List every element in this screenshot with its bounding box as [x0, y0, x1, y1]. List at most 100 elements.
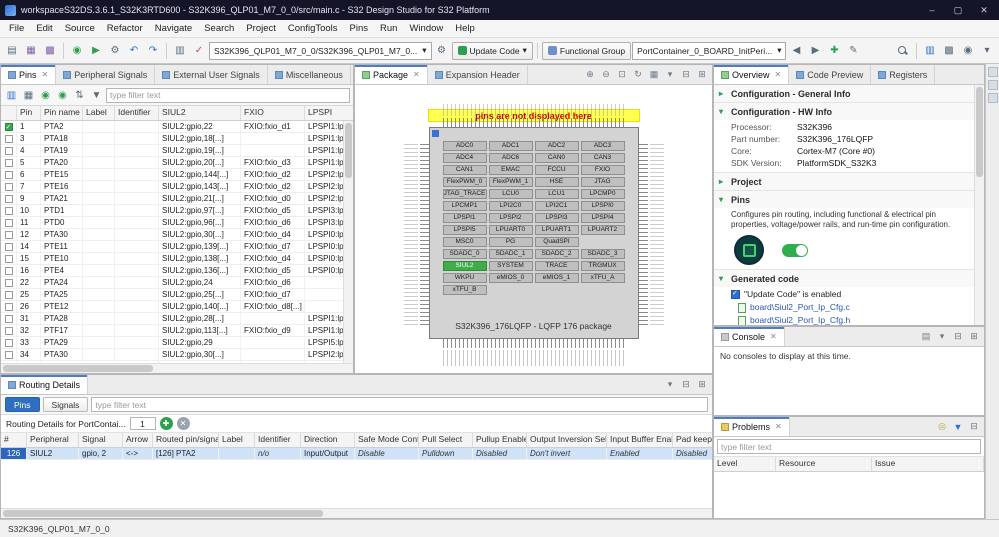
- minimize-button[interactable]: –: [919, 0, 945, 20]
- peripheral-block-HSE[interactable]: HSE: [535, 177, 579, 187]
- pin-checkbox[interactable]: [5, 279, 13, 287]
- pin-row-PTA28[interactable]: 31PTA28SIUL2:gpio,28[...]LPSPI1:lpspi1_s…: [1, 313, 343, 325]
- pin-checkbox[interactable]: [5, 135, 13, 143]
- peripheral-block-LPI2C1[interactable]: LPI2C1: [535, 201, 579, 211]
- scroll-thumb[interactable]: [976, 87, 983, 177]
- tab-console[interactable]: Console ✕: [714, 327, 785, 346]
- pin-row-PTA30[interactable]: 12PTA30SIUL2:gpio,30[...]FXIO:fxio_d4LPS…: [1, 229, 343, 241]
- pin-row-PTE12[interactable]: 26PTE12SIUL2:gpio,140[...]FXIO:fxio_d8[.…: [1, 301, 343, 313]
- pin-checkbox[interactable]: [5, 339, 13, 347]
- pin-checkbox[interactable]: [5, 351, 13, 359]
- pin-checkbox[interactable]: [5, 183, 13, 191]
- menu-item-pins[interactable]: Pins: [344, 21, 374, 36]
- peripheral-block-TRGMUX[interactable]: TRGMUX: [581, 261, 625, 271]
- peripheral-block-QuadSPI[interactable]: QuadSPI: [535, 237, 579, 247]
- pin-row-PTA19[interactable]: 4PTA19SIUL2:gpio,19[...]LPSPI1:lpspi1_sc…: [1, 145, 343, 157]
- pin-row-PTA25[interactable]: 25PTA25SIUL2:gpio,25[...]FXIO:fxio_d7ADC…: [1, 289, 343, 301]
- routing-filter-input[interactable]: [91, 397, 708, 412]
- pin-row-PTA29[interactable]: 33PTA29SIUL2:gpio,29LPSPI5:lpspi5_pc...: [1, 337, 343, 349]
- redo-icon[interactable]: ↷: [144, 42, 162, 60]
- maximize-panel-icon[interactable]: ⊞: [695, 68, 709, 82]
- export-image-icon[interactable]: ▦: [647, 68, 661, 82]
- menu-item-search[interactable]: Search: [198, 21, 240, 36]
- routing-col-label[interactable]: Label: [219, 433, 255, 447]
- peripheral-block-LPI2C0[interactable]: LPI2C0: [489, 201, 533, 211]
- perspective-cpp-icon[interactable]: ▩: [940, 42, 958, 60]
- close-icon[interactable]: ✕: [42, 70, 49, 79]
- restore-view-icon[interactable]: [988, 67, 998, 77]
- routing-col--[interactable]: #: [1, 433, 27, 447]
- peripheral-block-ADC1[interactable]: ADC1: [489, 141, 533, 151]
- show-routed-icon[interactable]: ◉: [38, 88, 53, 103]
- problems-filter-input[interactable]: [717, 439, 981, 454]
- restore-view-icon[interactable]: [988, 80, 998, 90]
- peripheral-block-LPCMP0[interactable]: LPCMP0: [581, 189, 625, 199]
- menu-item-run[interactable]: Run: [374, 21, 403, 36]
- columns-icon[interactable]: ▦: [21, 88, 36, 103]
- pin-checkbox[interactable]: [5, 315, 13, 323]
- pins-col-label[interactable]: Label: [83, 106, 115, 120]
- menu-item-refactor[interactable]: Refactor: [101, 21, 149, 36]
- pin-checkbox[interactable]: [5, 255, 13, 263]
- section-header-hw-info[interactable]: ▾ Configuration - HW Info: [714, 103, 974, 120]
- tab-expansion-header[interactable]: Expansion Header: [428, 65, 528, 84]
- pins-col-fxio[interactable]: FXIO: [241, 106, 305, 120]
- peripheral-block-FlexPWM_1[interactable]: FlexPWM_1: [489, 177, 533, 187]
- pin-row-PTE11[interactable]: 14PTE11SIUL2:gpio,139[...]FXIO:fxio_d7LP…: [1, 241, 343, 253]
- routing-col-direction[interactable]: Direction: [301, 433, 355, 447]
- pin-checkbox[interactable]: [5, 147, 13, 155]
- peripheral-block-SDADC_0[interactable]: SDADC_0: [443, 249, 487, 259]
- peripheral-block-LPSPI1[interactable]: LPSPI1: [443, 213, 487, 223]
- peripheral-block-ADC0[interactable]: ADC0: [443, 141, 487, 151]
- maximize-panel-icon[interactable]: ⊞: [967, 330, 981, 344]
- menu-item-file[interactable]: File: [3, 21, 30, 36]
- pin-row-PTA2[interactable]: 1PTA2SIUL2:gpio,22FXIO:fxio_d1LPSPI1:lps…: [1, 121, 343, 133]
- generated-file-link[interactable]: board\Siul2_Port_Ip_Cfg.h: [714, 314, 974, 325]
- prev-group-icon[interactable]: ◀: [787, 42, 805, 60]
- pins-tool-toggle[interactable]: [782, 244, 808, 257]
- perspective-debug-icon[interactable]: ◉: [959, 42, 977, 60]
- overview-vertical-scrollbar[interactable]: [974, 85, 984, 325]
- minimize-panel-icon[interactable]: ⊟: [679, 378, 693, 392]
- minimize-panel-icon[interactable]: ⊟: [679, 68, 693, 82]
- menu-item-window[interactable]: Window: [403, 21, 449, 36]
- peripheral-block-CAN0[interactable]: CAN0: [535, 153, 579, 163]
- close-icon[interactable]: ✕: [775, 70, 782, 79]
- peripheral-block-LPCMP1[interactable]: LPCMP1: [443, 201, 487, 211]
- menu-item-configtools[interactable]: ConfigTools: [282, 21, 344, 36]
- pin-checkbox[interactable]: [5, 195, 13, 203]
- peripheral-block-ADC2[interactable]: ADC2: [535, 141, 579, 151]
- show-unrouted-icon[interactable]: ◉: [55, 88, 70, 103]
- routing-col-arrow[interactable]: Arrow: [123, 433, 153, 447]
- problems-col-resource[interactable]: Resource: [776, 457, 872, 471]
- peripheral-block-FlexPWM_0[interactable]: FlexPWM_0: [443, 177, 487, 187]
- next-group-icon[interactable]: ▶: [806, 42, 824, 60]
- peripheral-block-LCU0[interactable]: LCU0: [489, 189, 533, 199]
- pin-checkbox[interactable]: [5, 327, 13, 335]
- run-icon[interactable]: ▶: [87, 42, 105, 60]
- perspective-pins-icon[interactable]: ▥: [921, 42, 939, 60]
- pins-horizontal-scrollbar[interactable]: [1, 363, 353, 373]
- marker-icon[interactable]: ✓: [190, 42, 208, 60]
- section-header-pins[interactable]: ▾ Pins: [714, 191, 974, 208]
- peripheral-block-LPUART0[interactable]: LPUART0: [489, 225, 533, 235]
- routing-row-selected[interactable]: 126SIUL2gpio, 2<->[126] PTA2n/oInput/Out…: [1, 448, 712, 460]
- pins-col-identifier[interactable]: Identifier: [115, 106, 159, 120]
- peripheral-block-LCU1[interactable]: LCU1: [535, 189, 579, 199]
- routing-col-peripheral[interactable]: Peripheral: [27, 433, 79, 447]
- pins-col-pin[interactable]: Pin: [17, 106, 41, 120]
- routing-subtab-pins[interactable]: Pins: [5, 397, 40, 412]
- undo-icon[interactable]: ↶: [125, 42, 143, 60]
- sort-icon[interactable]: ⇅: [72, 88, 87, 103]
- peripheral-block-CAN3[interactable]: CAN3: [581, 153, 625, 163]
- scroll-thumb[interactable]: [3, 365, 153, 372]
- peripheral-block-LPSPI4[interactable]: LPSPI4: [581, 213, 625, 223]
- zoom-out-icon[interactable]: ⊖: [599, 68, 613, 82]
- pin-row-PTE15[interactable]: 6PTE15SIUL2:gpio,144[...]FXIO:fxio_d2LPS…: [1, 169, 343, 181]
- pins-col-check[interactable]: [1, 106, 17, 120]
- problems-col-issue[interactable]: Issue: [872, 457, 984, 471]
- section-header-generated-code[interactable]: ▾ Generated code: [714, 270, 974, 287]
- peripheral-block-ADC6[interactable]: ADC6: [489, 153, 533, 163]
- search-icon[interactable]: [894, 42, 912, 60]
- peripheral-block-LPSPI5[interactable]: LPSPI5: [443, 225, 487, 235]
